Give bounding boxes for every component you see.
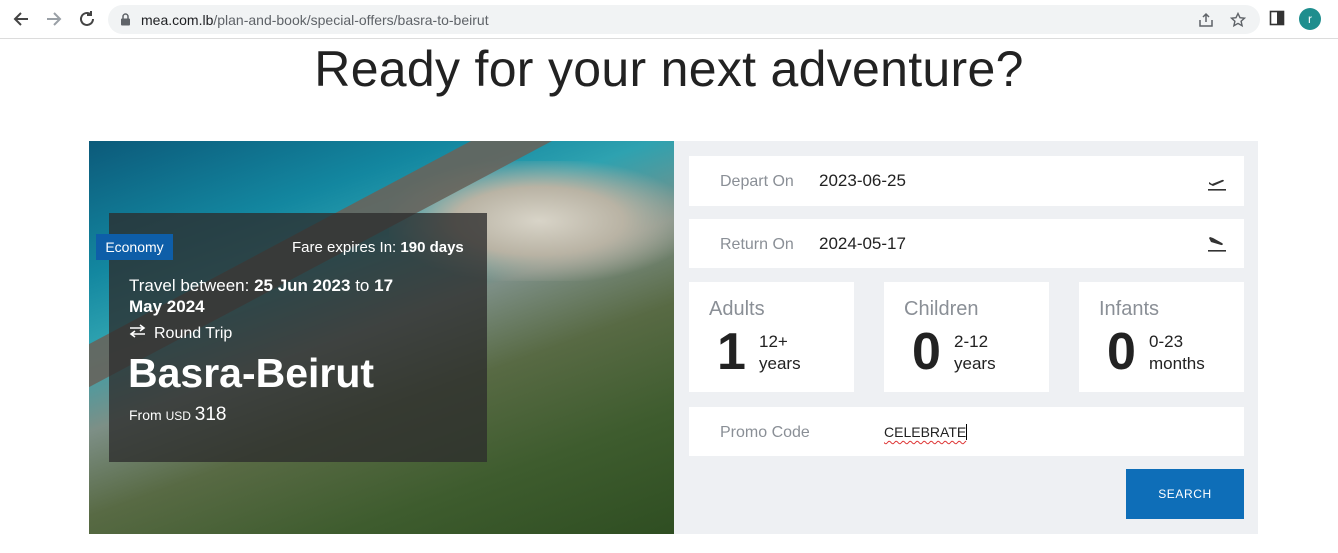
price: From USD 318	[129, 404, 227, 425]
lock-icon	[120, 13, 131, 31]
share-icon[interactable]	[1197, 11, 1215, 29]
arrival-plane-icon	[1207, 234, 1227, 257]
return-date-field[interactable]: Return On 2024-05-17	[689, 219, 1244, 268]
children-age: 2-12 years	[954, 332, 996, 373]
adults-selector[interactable]: Adults 1 12+ years	[689, 282, 854, 392]
trip-type: Round Trip	[129, 324, 232, 343]
promo-code-field[interactable]: Promo Code CELEBRATE	[689, 407, 1244, 456]
side-panel-icon[interactable]	[1269, 10, 1285, 31]
return-label: Return On	[720, 236, 794, 253]
reload-icon[interactable]	[77, 9, 97, 29]
children-selector[interactable]: Children 0 2-12 years	[884, 282, 1049, 392]
adults-label: Adults	[709, 298, 765, 320]
infants-label: Infants	[1099, 298, 1160, 320]
children-count: 0	[912, 323, 941, 381]
text-caret	[966, 424, 968, 440]
infants-selector[interactable]: Infants 0 0-23 months	[1079, 282, 1244, 392]
route-title: Basra-Beirut	[128, 350, 375, 396]
infants-age: 0-23 months	[1149, 332, 1205, 373]
depart-value: 2023-06-25	[819, 171, 906, 190]
fare-expiry: Fare expires In: 190 days	[292, 239, 464, 256]
return-value: 2024-05-17	[819, 234, 906, 253]
round-trip-icon	[129, 324, 146, 343]
address-bar[interactable]: mea.com.lb/plan-and-book/special-offers/…	[108, 5, 1260, 34]
depart-label: Depart On	[720, 173, 794, 190]
travel-dates: Travel between: 25 Jun 2023 to 17 May 20…	[129, 276, 394, 316]
forward-icon[interactable]	[44, 9, 64, 29]
infants-count: 0	[1107, 323, 1136, 381]
promo-input[interactable]: CELEBRATE	[884, 424, 968, 440]
promo-label: Promo Code	[720, 424, 810, 441]
star-icon[interactable]	[1229, 11, 1247, 29]
back-icon[interactable]	[11, 9, 31, 29]
adults-age: 12+ years	[759, 332, 801, 373]
url-text: mea.com.lb/plan-and-book/special-offers/…	[141, 12, 489, 28]
browser-toolbar: mea.com.lb/plan-and-book/special-offers/…	[0, 0, 1338, 39]
departure-plane-icon	[1207, 173, 1227, 196]
profile-avatar[interactable]: r	[1299, 8, 1321, 30]
cabin-badge: Economy	[96, 234, 173, 260]
page-title: Ready for your next adventure?	[314, 41, 1024, 97]
search-button[interactable]: SEARCH	[1126, 469, 1244, 519]
depart-date-field[interactable]: Depart On 2023-06-25	[689, 156, 1244, 206]
adults-count: 1	[717, 323, 746, 381]
children-label: Children	[904, 298, 979, 320]
